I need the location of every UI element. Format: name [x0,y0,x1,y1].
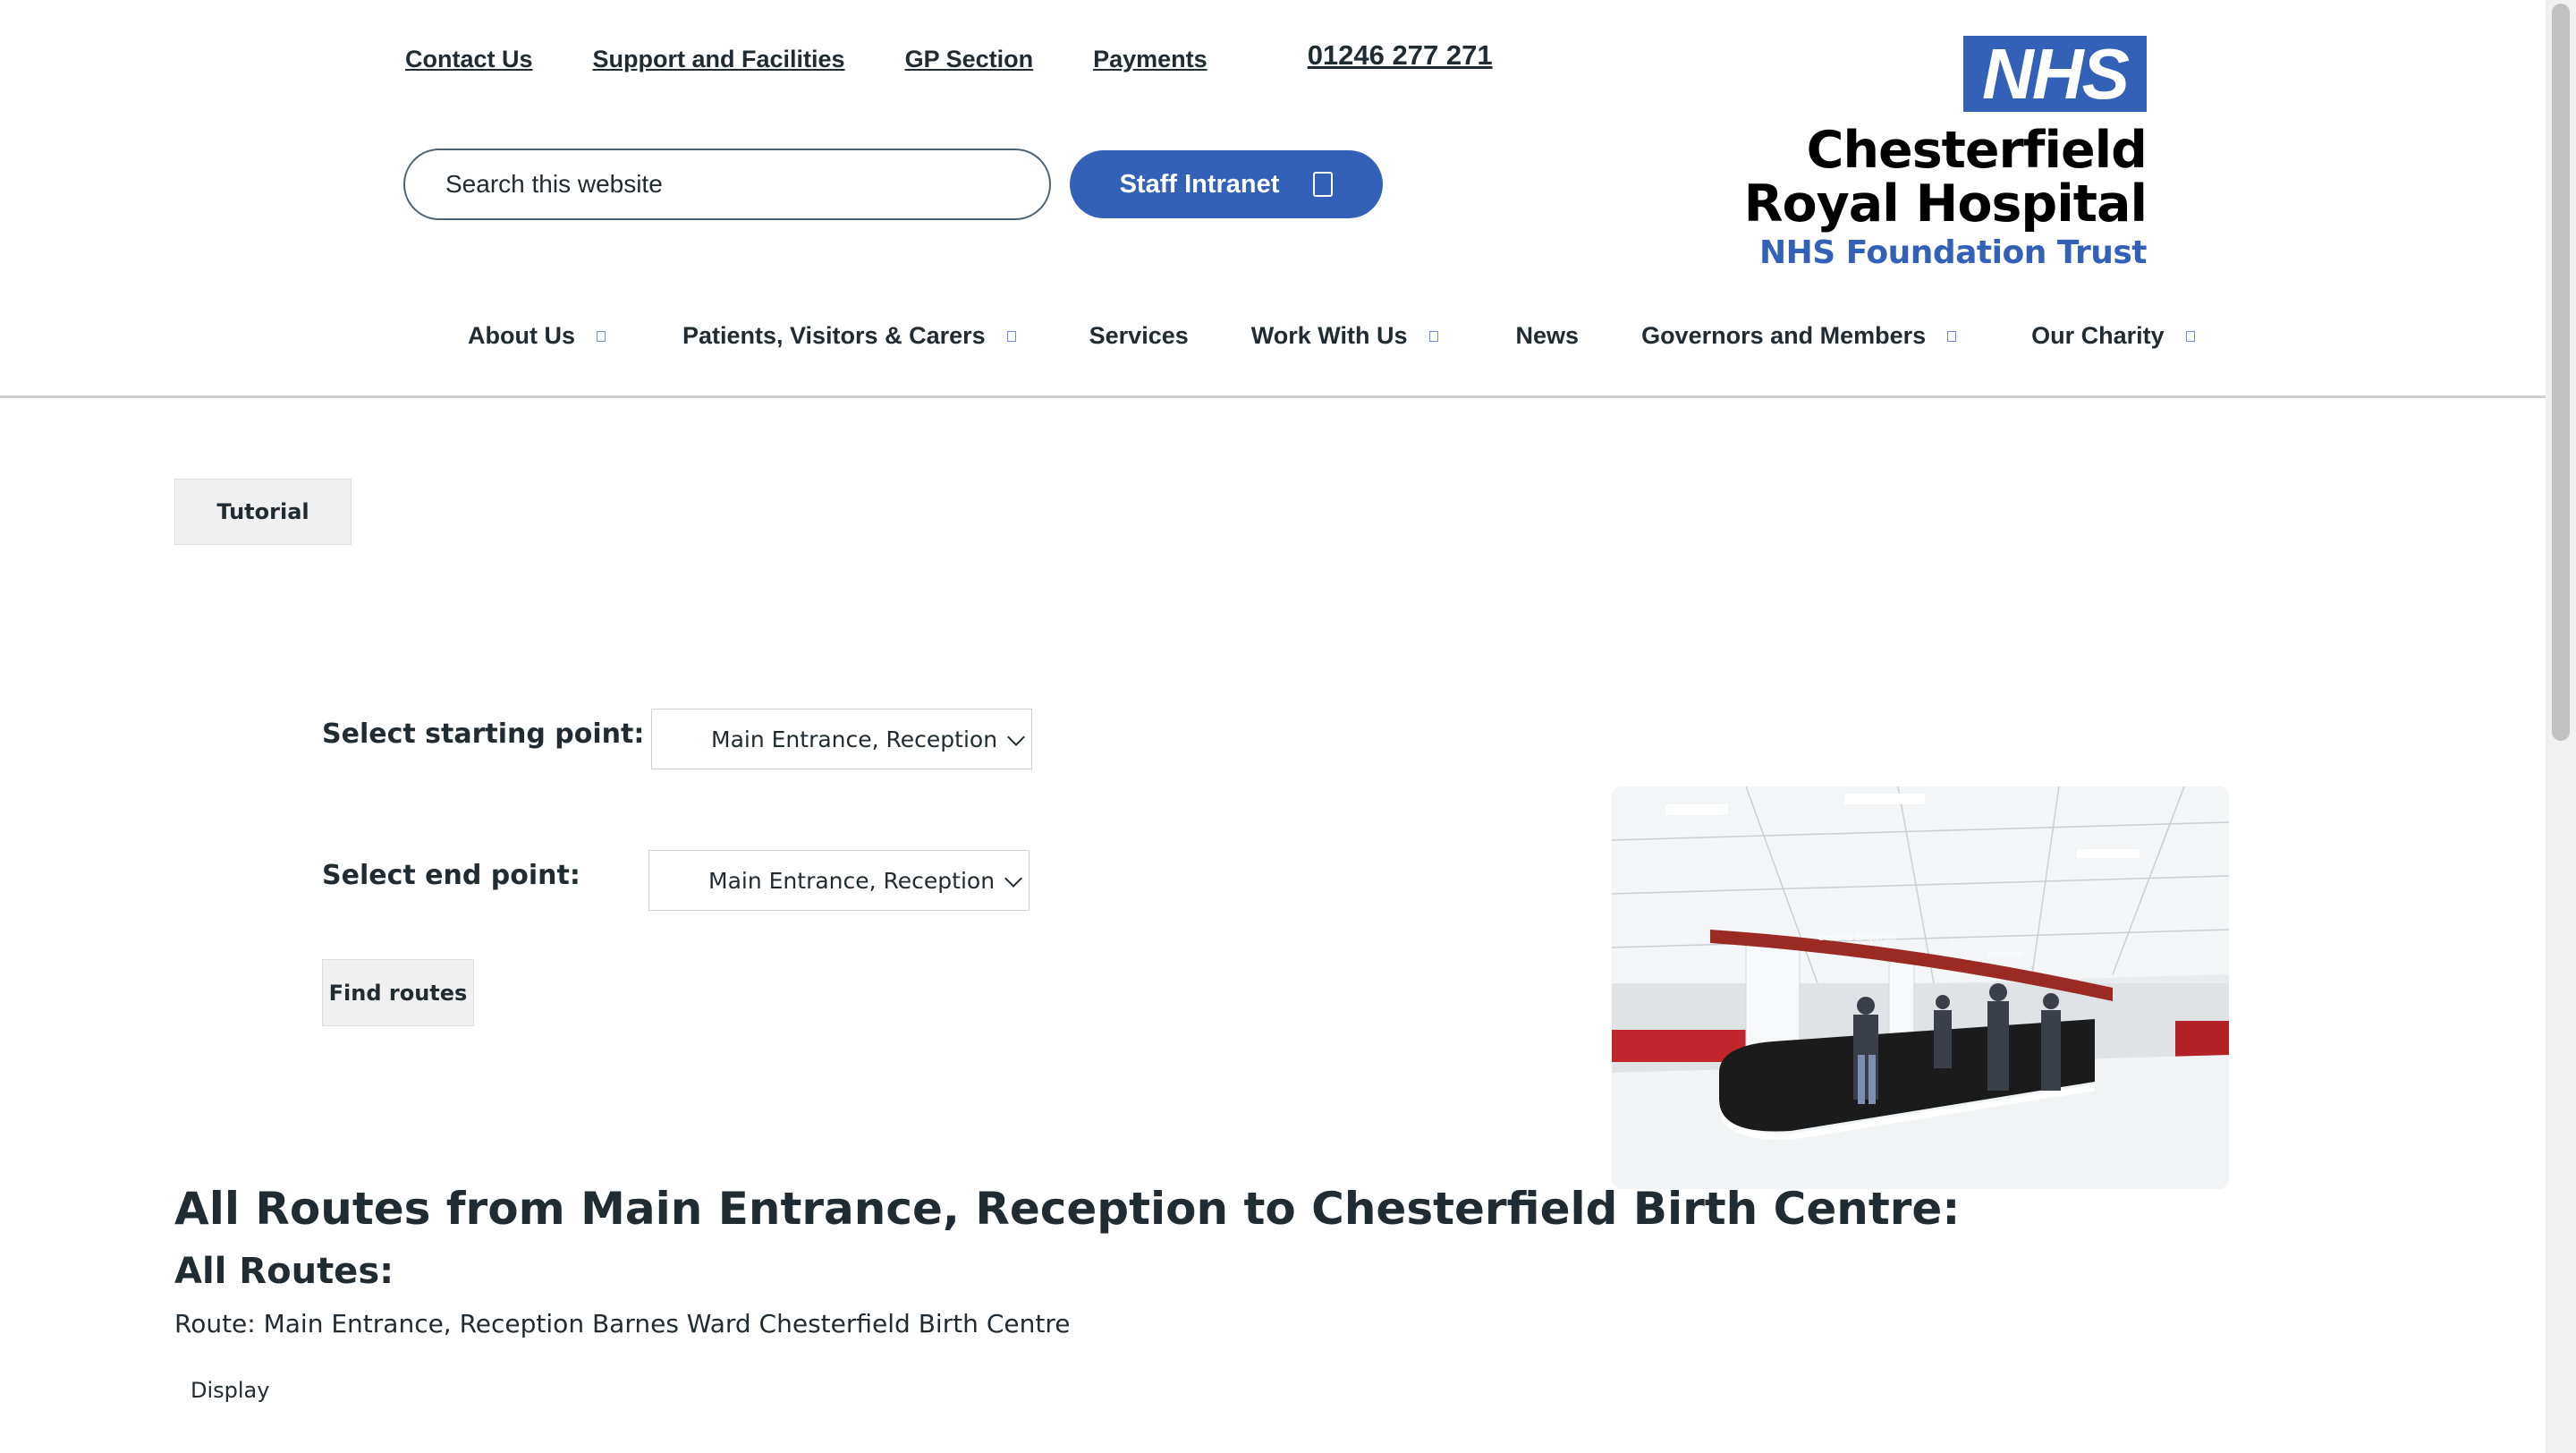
nav-patients-label: Patients, Visitors & Carers [682,322,986,349]
submenu-icon [1947,330,1957,342]
scrollbar-thumb[interactable] [2552,4,2570,741]
utility-links: Contact Us Support and Facilities GP Sec… [405,39,1493,75]
find-routes-button[interactable]: Find routes [322,959,474,1026]
support-facilities-link[interactable]: Support and Facilities [593,46,845,73]
general-enquiries-sign: General Enquiries [1818,932,1897,943]
payments-link[interactable]: Payments [1093,46,1208,73]
trust-logo[interactable]: NHS Chesterfield Royal Hospital NHS Foun… [1744,34,2148,277]
submenu-icon [596,330,606,342]
nav-about-us[interactable]: About Us [468,322,606,350]
start-point-label: Select starting point: [322,718,645,750]
main-navigation: About Us Patients, Visitors & Carers Ser… [468,322,2195,350]
nav-governors-label: Governors and Members [1641,322,1927,349]
gp-section-link[interactable]: GP Section [905,46,1034,73]
nav-work-with-us[interactable]: Work With Us [1251,322,1438,350]
reception-photo: General Enquiries Reception [1612,786,2229,1189]
nav-news[interactable]: News [1516,322,1580,350]
search-input[interactable] [445,170,982,199]
nav-work-label: Work With Us [1250,322,1408,349]
nav-our-charity[interactable]: Our Charity [2031,322,2195,350]
all-routes-subheading: All Routes: [174,1251,394,1292]
nav-services[interactable]: Services [1089,322,1189,350]
submenu-icon [2185,330,2195,342]
logo-line-chesterfield: Chesterfield [1806,121,2148,180]
route-description: Route: Main Entrance, Reception Barnes W… [174,1309,1071,1338]
nav-governors-members[interactable]: Governors and Members [1641,322,1957,350]
reception-sign: Reception [1987,949,2024,958]
submenu-icon [1428,330,1438,342]
end-point-value: Main Entrance, Reception [708,867,996,894]
nav-services-label: Services [1089,322,1189,349]
staff-intranet-label: Staff Intranet [1119,169,1280,199]
nav-about-us-label: About Us [468,322,575,349]
logo-line-foundation-trust: NHS Foundation Trust [1759,234,2147,271]
reception-illustration: General Enquiries Reception [1612,786,2229,1189]
chevron-down-icon [1004,870,1022,888]
nhs-badge-text: NHS [1982,34,2130,114]
contact-us-link[interactable]: Contact Us [405,46,533,73]
display-route-button[interactable]: Display [191,1378,269,1403]
staff-intranet-button[interactable]: Staff Intranet [1070,150,1383,218]
page-scrollbar[interactable] [2546,0,2576,1453]
nav-patients-visitors-carers[interactable]: Patients, Visitors & Carers [682,322,1016,350]
nav-news-label: News [1515,322,1580,349]
search-box [403,149,1051,220]
end-point-label: Select end point: [322,860,580,891]
external-link-icon [1313,172,1334,197]
routes-heading: All Routes from Main Entrance, Reception… [174,1183,1961,1235]
start-point-select[interactable]: Main Entrance, Reception [651,709,1032,769]
chevron-down-icon [1007,728,1025,746]
submenu-icon [1006,330,1016,342]
end-point-select[interactable]: Main Entrance, Reception [648,850,1030,911]
phone-number-link[interactable]: 01246 277 271 [1308,39,1493,72]
start-point-value: Main Entrance, Reception [711,726,998,752]
nav-charity-label: Our Charity [2031,322,2165,349]
site-header: Contact Us Support and Facilities GP Sec… [0,0,2546,398]
tutorial-button[interactable]: Tutorial [174,479,352,545]
logo-line-royal-hospital: Royal Hospital [1743,174,2148,234]
